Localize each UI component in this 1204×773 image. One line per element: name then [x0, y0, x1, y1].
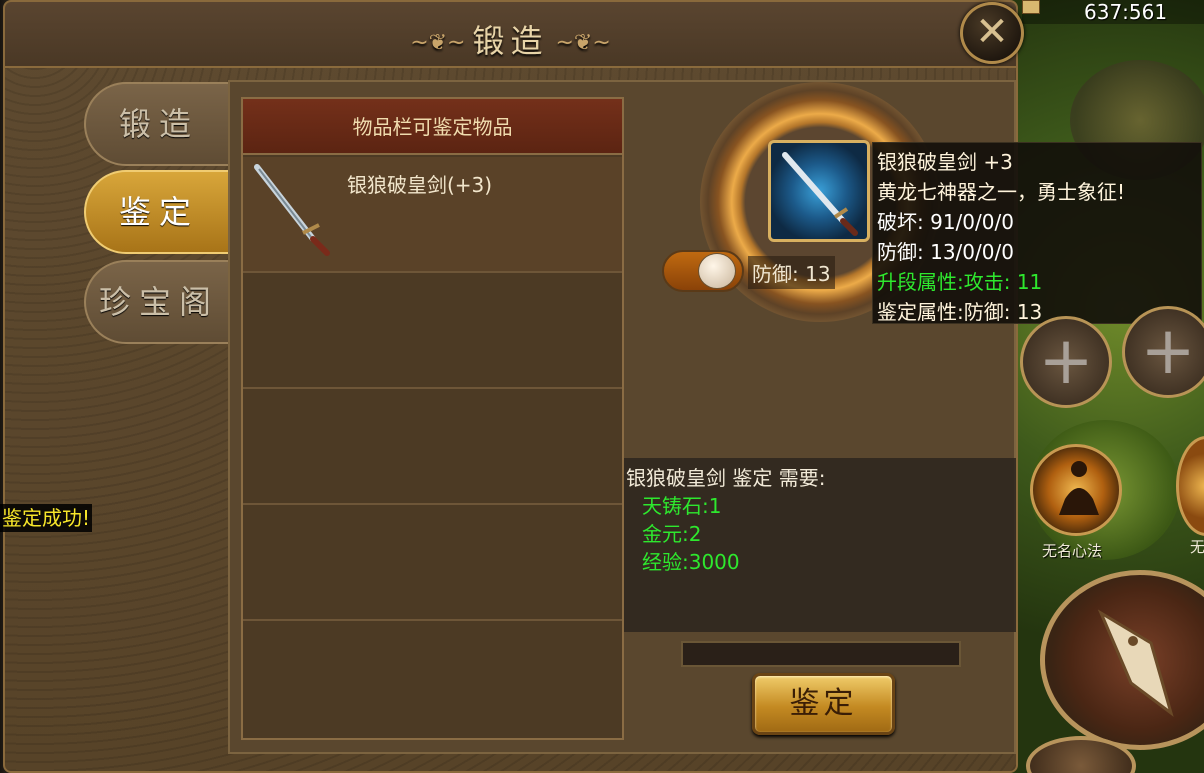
list-item-empty[interactable]	[243, 505, 622, 621]
list-header: 物品栏可鉴定物品	[243, 99, 622, 155]
skill-label: 无名心法	[1042, 542, 1103, 560]
identify-button[interactable]: 鉴定	[752, 673, 895, 735]
list-item[interactable]: 银狼破皇剑(+3)	[243, 157, 622, 273]
title-ornament-right-icon: ~❦~	[548, 30, 611, 56]
sword-icon	[254, 164, 330, 256]
status-toast: 鉴定成功!	[0, 504, 93, 532]
tooltip-defense: 防御: 13/0/0/0	[877, 240, 1014, 264]
window-title-text: 锻造	[472, 22, 549, 60]
title-ornament-left-icon: ~❦~	[410, 30, 473, 56]
requirements-title: 银狼破皇剑 鉴定 需要:	[626, 466, 826, 490]
attack-icon	[1097, 609, 1174, 717]
list-item-empty[interactable]	[243, 621, 622, 737]
window-title: ~❦~ 锻造 ~❦~	[5, 16, 1016, 62]
tab-identify[interactable]: 鉴定	[84, 170, 234, 254]
tab-treasure[interactable]: 珍宝阁	[84, 260, 234, 344]
close-button[interactable]: ✕	[960, 2, 1024, 64]
add-slot-button-2[interactable]: +	[1122, 306, 1204, 398]
item-tooltip: 银狼破皇剑 +3 黄龙七神器之一，勇士象征! 破坏: 91/0/0/0 防御: …	[872, 142, 1202, 324]
progress-bar	[681, 641, 961, 667]
window-titlebar: ~❦~ 锻造 ~❦~	[5, 2, 1016, 68]
tooltip-item-name: 银狼破皇剑 +3	[877, 150, 1013, 174]
requirements-panel: 银狼破皇剑 鉴定 需要: 天铸石:1 金元:2 经验:3000	[624, 458, 1016, 632]
requirement-item: 金元:2	[642, 522, 702, 546]
tooltip-attack: 破坏: 91/0/0/0	[877, 210, 1014, 234]
list-item-empty[interactable]	[243, 273, 622, 389]
slot-sword-icon	[782, 152, 858, 236]
toggle-label: 防御: 13	[748, 256, 835, 289]
skill-label-2: 无	[1190, 538, 1204, 556]
tooltip-description: 黄龙七神器之一，勇士象征!	[877, 180, 1126, 204]
attribute-toggle[interactable]	[662, 250, 744, 292]
requirement-item: 经验:3000	[642, 550, 740, 574]
tooltip-upgrade-attribute: 升段属性:攻击: 11	[877, 270, 1043, 294]
list-item-empty[interactable]	[243, 389, 622, 505]
selected-item-slot[interactable]	[768, 140, 870, 242]
toggle-knob[interactable]	[698, 253, 736, 289]
list-item-name: 银狼破皇剑(+3)	[347, 173, 493, 197]
player-coordinates: 637:561	[1084, 0, 1168, 24]
add-slot-button[interactable]: +	[1020, 316, 1112, 408]
meditation-icon	[1059, 461, 1099, 515]
tab-forge[interactable]: 锻造	[84, 82, 234, 166]
map-icon[interactable]	[1022, 0, 1040, 14]
skill-button[interactable]	[1030, 444, 1122, 536]
identifiable-item-list: 物品栏可鉴定物品 银狼破皇剑(+3)	[241, 97, 624, 740]
requirement-item: 天铸石:1	[642, 494, 722, 518]
